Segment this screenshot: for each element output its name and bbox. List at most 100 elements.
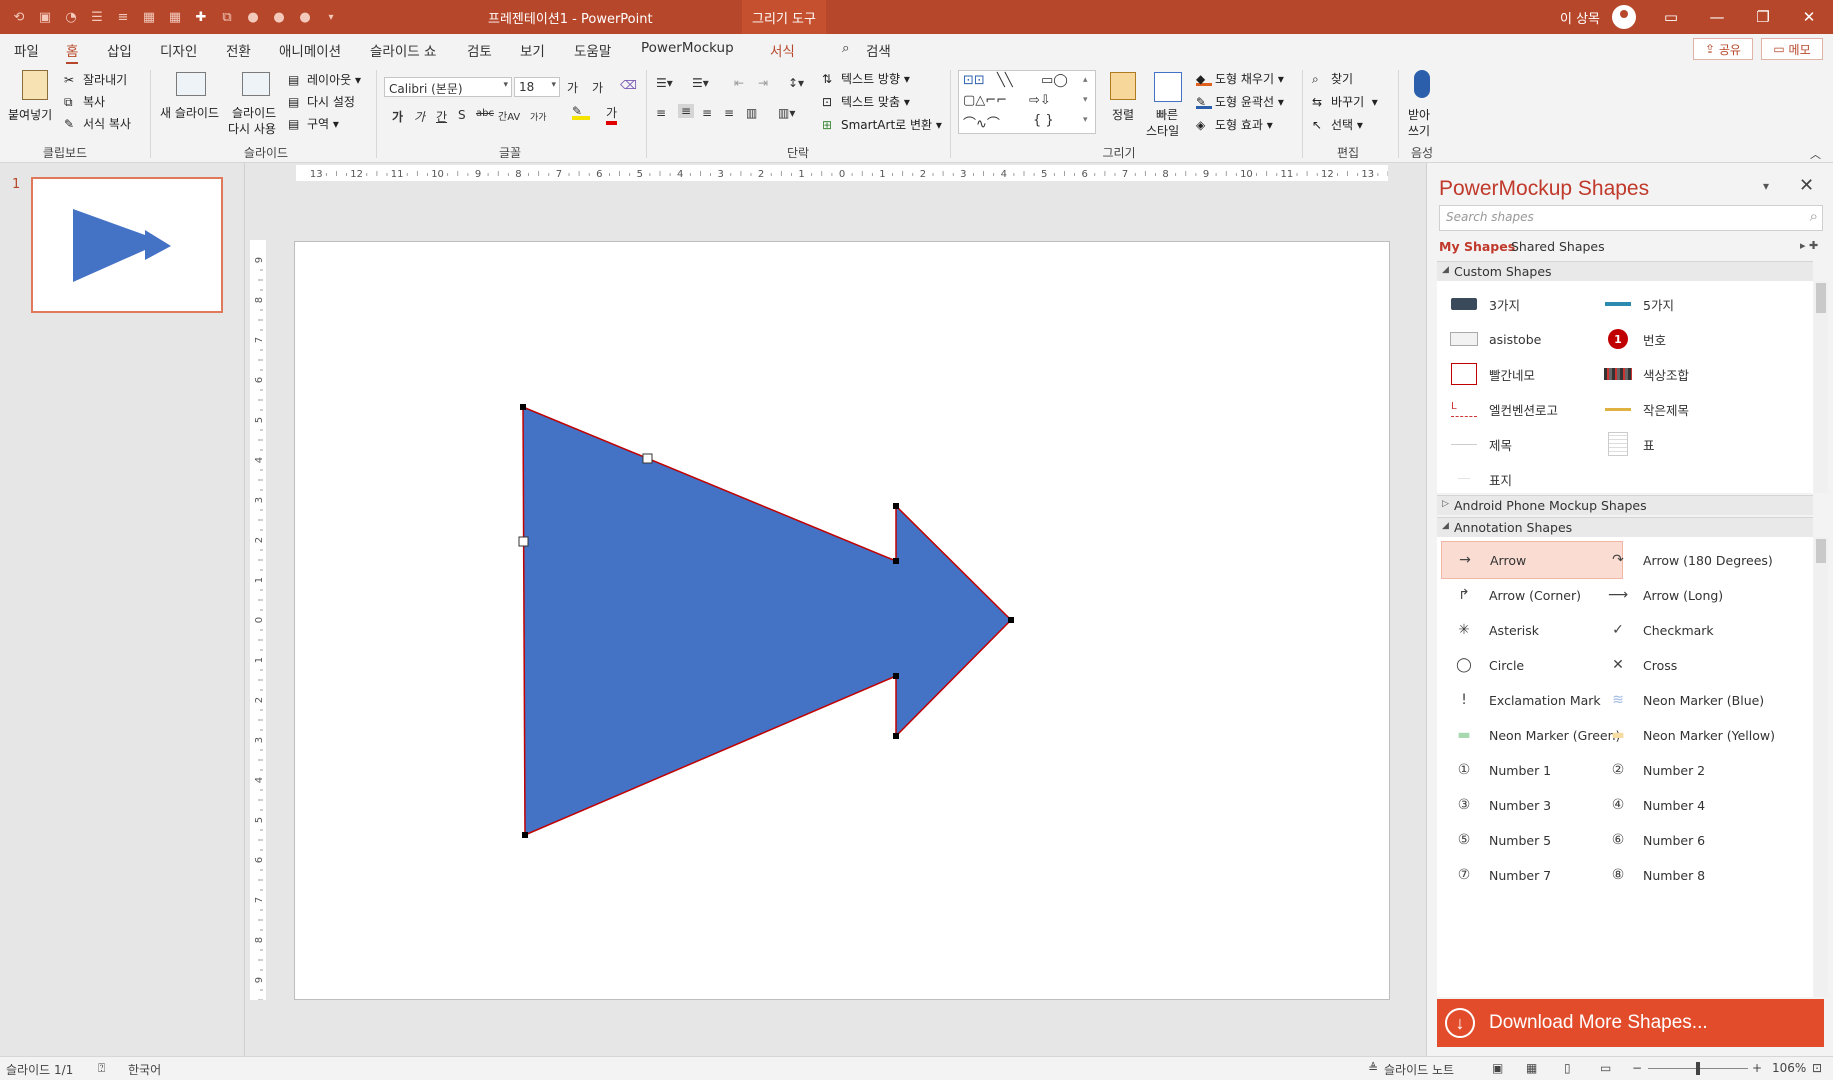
select-button[interactable]: ↖ 선택 ▾ (1312, 116, 1363, 133)
undo-icon[interactable]: ⟲ (8, 7, 30, 27)
slide-thumbnail[interactable] (31, 177, 223, 313)
segment-handle[interactable] (642, 453, 653, 464)
share-button[interactable]: ⇪ 공유 (1693, 38, 1753, 60)
line-spacing-icon[interactable]: ↕▾ (788, 76, 804, 90)
fit-to-window-icon[interactable]: ⊡ (1812, 1061, 1822, 1075)
annotation-shape-item[interactable]: ④ Number 4 (1595, 786, 1777, 824)
minimize-icon[interactable]: — (1694, 0, 1740, 34)
numbering-icon[interactable]: ☰▾ (692, 76, 709, 90)
arrange-icon[interactable] (1110, 72, 1136, 100)
annotation-shape-item[interactable]: ✓ Checkmark (1595, 611, 1777, 649)
custom-shape-item[interactable]: 작은제목 (1595, 390, 1777, 428)
add-icon[interactable]: ✚ (190, 7, 212, 27)
annotation-shape-item[interactable]: ✕ Cross (1595, 646, 1777, 684)
reset-button[interactable]: ▤ 다시 설정 (288, 93, 355, 110)
char-spacing-button[interactable]: 간AV (498, 108, 520, 123)
vertex-handle[interactable] (893, 503, 899, 509)
decrease-indent-icon[interactable]: ⇤ (734, 76, 744, 90)
tab-view[interactable]: 보기 (520, 40, 545, 60)
accessibility-icon[interactable]: ⍰ (98, 1061, 105, 1076)
rounded-rectangle-shape-icon[interactable]: ▢△⌐⌐ (963, 93, 1007, 108)
line-shape-icon[interactable]: ╲╲ (997, 73, 1013, 88)
brace-shape-icon[interactable]: { } (1033, 113, 1054, 128)
reuse-slides-button-line2[interactable]: 다시 사용 (228, 120, 276, 137)
custom-shape-item[interactable]: 표 (1595, 425, 1777, 463)
format-painter-button[interactable]: ✎ 서식 복사 (64, 115, 131, 132)
gallery-scroll-down-icon[interactable]: ▾ (1083, 95, 1088, 105)
custom-shape-item[interactable]: 1 번호 (1595, 320, 1777, 358)
tab-shared-shapes[interactable]: Shared Shapes (1511, 239, 1605, 254)
paste-icon[interactable] (22, 70, 48, 100)
library-nav-icon[interactable]: ▸ ✚ (1800, 239, 1818, 252)
tab-format[interactable]: 서식 (770, 40, 795, 60)
italic-button[interactable]: 가 (414, 108, 425, 125)
find-button[interactable]: ⌕ 찾기 (1312, 70, 1353, 87)
custom-shape-item[interactable]: 5가지 (1595, 285, 1777, 323)
pane-options-icon[interactable]: ▾ (1763, 179, 1769, 193)
tab-animations[interactable]: 애니메이션 (279, 40, 341, 60)
annotation-shape-item[interactable]: ≋ Neon Marker (Blue) (1595, 681, 1777, 719)
freeform-shape-icon[interactable]: ⌒∿⌒ (963, 113, 1000, 132)
user-name[interactable]: 이 상목 (1560, 8, 1600, 27)
collapse-ribbon-icon[interactable]: ︿ (1810, 146, 1821, 162)
tab-file[interactable]: 파일 (14, 40, 39, 60)
search-icon[interactable]: ⌕ (1810, 207, 1818, 225)
annotation-list-scrollbar[interactable] (1814, 537, 1828, 997)
vertex-handle[interactable] (1008, 617, 1014, 623)
zoom-out-icon[interactable]: − (1632, 1061, 1642, 1075)
clear-formatting-icon[interactable]: ⌫ (620, 78, 637, 92)
slide-sorter-icon[interactable]: ▦ (1526, 1061, 1537, 1075)
vertex-handle[interactable] (893, 558, 899, 564)
gallery-scroll-up-icon[interactable]: ▴ (1083, 75, 1088, 85)
quick-styles-icon[interactable] (1154, 72, 1182, 102)
font-name-combo[interactable]: Calibri (본문) ▾ (384, 77, 512, 97)
dictate-button-line2[interactable]: 쓰기 (1408, 122, 1430, 139)
arrow-shape-icon[interactable]: ⇨⇩ (1029, 93, 1051, 108)
annotation-shape-item[interactable]: ② Number 2 (1595, 751, 1777, 789)
tell-me-search[interactable]: 검색 (866, 40, 891, 60)
columns-icon[interactable]: ▥▾ (778, 106, 795, 120)
tab-slideshow[interactable]: 슬라이드 쇼 (370, 40, 436, 60)
shape-fill-button[interactable]: ◆ 도형 채우기 ▾ (1196, 70, 1284, 87)
tab-transitions[interactable]: 전환 (226, 40, 251, 60)
custom-shape-item[interactable]: 색상조합 (1595, 355, 1777, 393)
tab-insert[interactable]: 삽입 (107, 40, 132, 60)
numbering-icon[interactable]: ≡ (112, 7, 134, 27)
section-custom-shapes[interactable]: ◢ Custom Shapes (1437, 261, 1813, 281)
annotation-shape-item[interactable]: ⑧ Number 8 (1595, 856, 1777, 894)
zoom-in-icon[interactable]: + (1752, 1061, 1762, 1075)
new-slide-button[interactable]: 새 슬라이드 (160, 104, 219, 121)
customize-icon[interactable]: ▾ (320, 7, 342, 27)
notes-icon[interactable]: ≜ (1368, 1061, 1378, 1075)
align-center-icon[interactable]: ≡ (678, 104, 695, 118)
annotation-shape-item[interactable]: ⑥ Number 6 (1595, 821, 1777, 859)
layout-button[interactable]: ▤ 레이아웃 ▾ (288, 71, 361, 88)
grow-font-button[interactable]: 가 (567, 79, 578, 96)
rectangle-shape-icon[interactable]: ▭◯ (1041, 73, 1068, 88)
table-icon[interactable]: ▦ (138, 7, 160, 27)
font-size-combo[interactable]: 18 ▾ (514, 77, 560, 97)
comments-button[interactable]: ▭ 메모 (1761, 38, 1823, 60)
smartart-button[interactable]: ⊞ SmartArt로 변환 ▾ (822, 116, 942, 133)
bullets-icon[interactable]: ☰▾ (656, 76, 673, 90)
shape-outline-button[interactable]: ✎ 도형 윤곽선 ▾ (1196, 93, 1284, 110)
section-annotation-shapes[interactable]: ◢ Annotation Shapes (1437, 517, 1813, 537)
shrink-font-button[interactable]: 가 (592, 79, 603, 96)
distributed-icon[interactable]: ▥ (746, 106, 757, 120)
font-color-button[interactable]: 가 (606, 104, 618, 125)
search-icon[interactable]: ⌕ (842, 40, 850, 56)
selected-arrow-shape[interactable] (522, 405, 1013, 837)
language-indicator[interactable]: 한국어 (128, 1061, 161, 1078)
vertex-handle[interactable] (893, 733, 899, 739)
annotation-shape-item[interactable]: ▬ Neon Marker (Yellow) (1595, 716, 1777, 754)
quick-styles-button-line1[interactable]: 빠른 (1156, 106, 1178, 123)
shapes-gallery[interactable]: ⊡⊡ ╲╲ ▭◯ ▢△⌐⌐ ⇨⇩ ⌒∿⌒ { } ▴ ▾ ▾ (958, 70, 1096, 134)
download-more-shapes-button[interactable]: ↓ Download More Shapes... (1437, 999, 1824, 1047)
reuse-slides-button-line1[interactable]: 슬라이드 (232, 104, 276, 121)
segment-handle[interactable] (518, 536, 529, 547)
annotation-shape-item[interactable]: ↷ Arrow (180 Degrees) (1595, 541, 1777, 579)
zoom-slider-thumb[interactable] (1696, 1062, 1700, 1075)
shape3-icon[interactable]: ● (294, 7, 316, 27)
section-button[interactable]: ▤ 구역 ▾ (288, 115, 339, 132)
normal-view-icon[interactable]: ▣ (1492, 1061, 1503, 1075)
